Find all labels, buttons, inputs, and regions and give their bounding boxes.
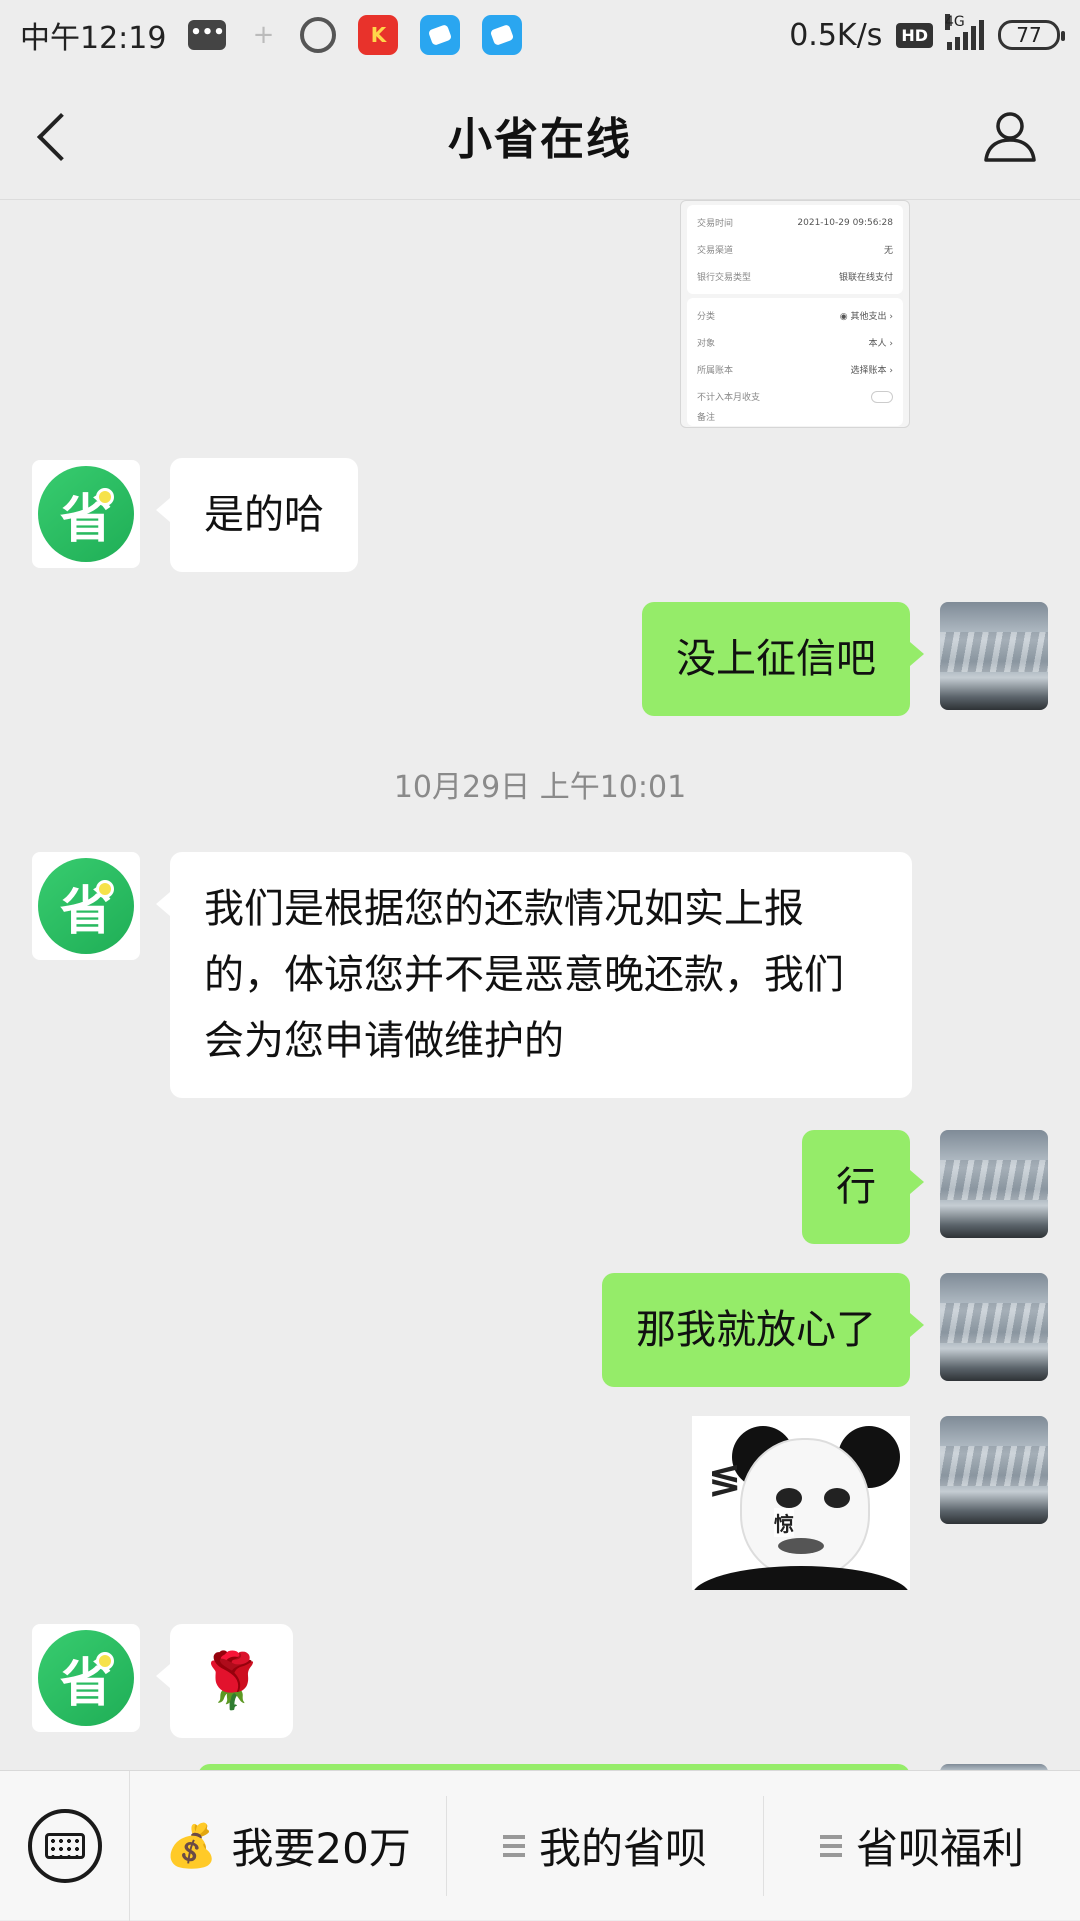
receipt-value: 2021-10-29 09:56:28 [797,217,893,228]
menu-lines-icon [819,1834,842,1857]
message-row: 省 我们是根据您的还款情况如实上报的，体谅您并不是恶意晚还款，我们会为您申请做维… [0,852,1080,1098]
person-icon [984,112,1036,162]
menu-item-label: 我要20万 [231,1824,411,1873]
receipt-value-text: 其他支出 [850,312,887,322]
menu-item-label: 我的省呗 [538,1824,707,1873]
chat-timestamp: 10月29日 上午10:01 [393,770,687,805]
shengbei-logo-icon: 省 [38,466,134,562]
receipt-value: 选择账本 › [850,366,893,376]
menu-item-borrow[interactable]: 💰 我要20万 [130,1795,447,1896]
receipt-card-bottom: 分类 ◉ 其他支出 › 对象 本人 › 所属账本 选择账本 › 不计入本月收支 备注 [687,298,903,426]
status-right: 0.5K/s HD 4G 77 [789,14,1065,53]
bot-avatar[interactable]: 省 [32,852,140,960]
receipt-label: 交易渠道 [697,246,734,256]
bot-avatar[interactable]: 省 [32,460,140,568]
keyboard-icon [27,1808,102,1883]
message-notification-icon: ••• [188,20,227,50]
plus-icon: + [252,20,275,50]
message-row: 省 🌹 [0,1624,1080,1738]
receipt-row: 交易时间 2021-10-29 09:56:28 [697,209,893,236]
panda-face-icon [740,1438,870,1578]
music-icon [300,17,337,53]
panda-eye [824,1488,850,1508]
user-avatar[interactable] [940,602,1048,710]
receipt-label: 分类 [697,312,716,322]
message-bubble-received[interactable]: 是的哈 [156,458,358,572]
status-time: 中午12:19 [20,21,167,56]
battery-icon: 77 [998,20,1065,50]
menu-lines-icon [502,1834,525,1857]
bot-avatar[interactable]: 省 [32,1624,140,1732]
receipt-value: ◉ 其他支出 › [839,312,893,322]
bottom-menu: 💰 我要20万 我的省呗 省呗福利 [0,1770,1080,1921]
meme-caption: 惊 [774,1508,794,1537]
receipt-label: 交易时间 [697,219,734,229]
net-speed: 0.5K/s [789,17,883,53]
signal-icon: 4G [945,14,984,50]
toggle-switch [871,390,893,403]
user-avatar[interactable] [940,1273,1048,1381]
receipt-label: 银行交易类型 [697,273,752,283]
receipt-row: 所属账本 选择账本 › [697,356,893,383]
status-bar: 中午12:19 ••• + K 0.5K/s HD 4G 77 [0,0,1080,70]
panda-eye [776,1488,802,1508]
receipt-row: 备注 [697,410,893,423]
feather-app-icon-2 [482,15,523,55]
shengbei-logo-icon: 省 [38,1630,134,1726]
message-row: 没上征信吧 [0,602,1080,716]
receipt-row: 对象 本人 › [697,329,893,356]
receipt-card-top: 交易时间 2021-10-29 09:56:28 交易渠道 无 银行交易类型 银联在线… [687,205,903,294]
user-avatar[interactable] [940,1130,1048,1238]
receipt-value: 本人 › [868,339,893,349]
back-button[interactable] [30,108,80,164]
network-type: 4G [945,14,965,30]
receipt-row: 不计入本月收支 [697,383,893,410]
receipt-value: 无 [883,246,893,256]
message-bubble-sent[interactable]: 行 [802,1130,924,1244]
app-notification-icon: K [358,15,399,55]
menu-item-my-account[interactable]: 我的省呗 [447,1795,764,1896]
receipt-value-text: 本人 [868,339,887,349]
shock-mark: ≶ [708,1456,742,1502]
chat-title: 小省在线 [448,113,632,165]
menu-item-label: 省呗福利 [855,1824,1024,1873]
message-row: 那我就放心了 [0,1273,1080,1387]
receipt-label: 所属账本 [697,366,734,376]
status-left: 中午12:19 ••• + K [20,13,523,57]
receipt-row: 分类 ◉ 其他支出 › [697,302,893,329]
receipt-row: 交易渠道 无 [697,236,893,263]
message-row: 行 [0,1130,1080,1244]
receipt-row: 银行交易类型 银联在线支付 [697,263,893,290]
message-bubble-sent[interactable]: 那我就放心了 [602,1273,924,1387]
chat-header: 小省在线 [0,70,1080,200]
keyboard-toggle-button[interactable] [0,1770,130,1921]
panda-meme-sticker[interactable]: ≶ 惊 [692,1416,910,1590]
message-bubble-received[interactable]: 我们是根据您的还款情况如实上报的，体谅您并不是恶意晚还款，我们会为您申请做维护的 [156,852,912,1098]
profile-button[interactable] [982,108,1038,164]
message-bubble-sent[interactable]: 没上征信吧 [642,602,924,716]
message-row: ≶ 惊 [0,1416,1080,1592]
message-row: 省 是的哈 [0,458,1080,572]
rose-emoji-message[interactable]: 🌹 [155,1624,294,1738]
user-avatar[interactable] [940,1416,1048,1524]
money-bag-icon: 💰 [165,1820,218,1870]
chat-area[interactable]: 交易时间 2021-10-29 09:56:28 交易渠道 无 银行交易类型 银联在线… [0,200,1080,1770]
receipt-label: 对象 [697,339,716,349]
panda-body [692,1566,910,1590]
feather-app-icon [420,15,461,55]
receipt-value-text: 选择账本 [850,366,887,376]
receipt-label: 备注 [697,412,716,423]
receipt-value: 银联在线支付 [838,273,893,283]
receipt-label: 不计入本月收支 [697,393,761,403]
shengbei-logo-icon: 省 [38,858,134,954]
receipt-screenshot[interactable]: 交易时间 2021-10-29 09:56:28 交易渠道 无 银行交易类型 银联在线… [680,200,910,428]
panda-mouth [778,1538,824,1554]
hd-badge: HD [896,22,933,48]
menu-item-benefits[interactable]: 省呗福利 [764,1796,1080,1896]
